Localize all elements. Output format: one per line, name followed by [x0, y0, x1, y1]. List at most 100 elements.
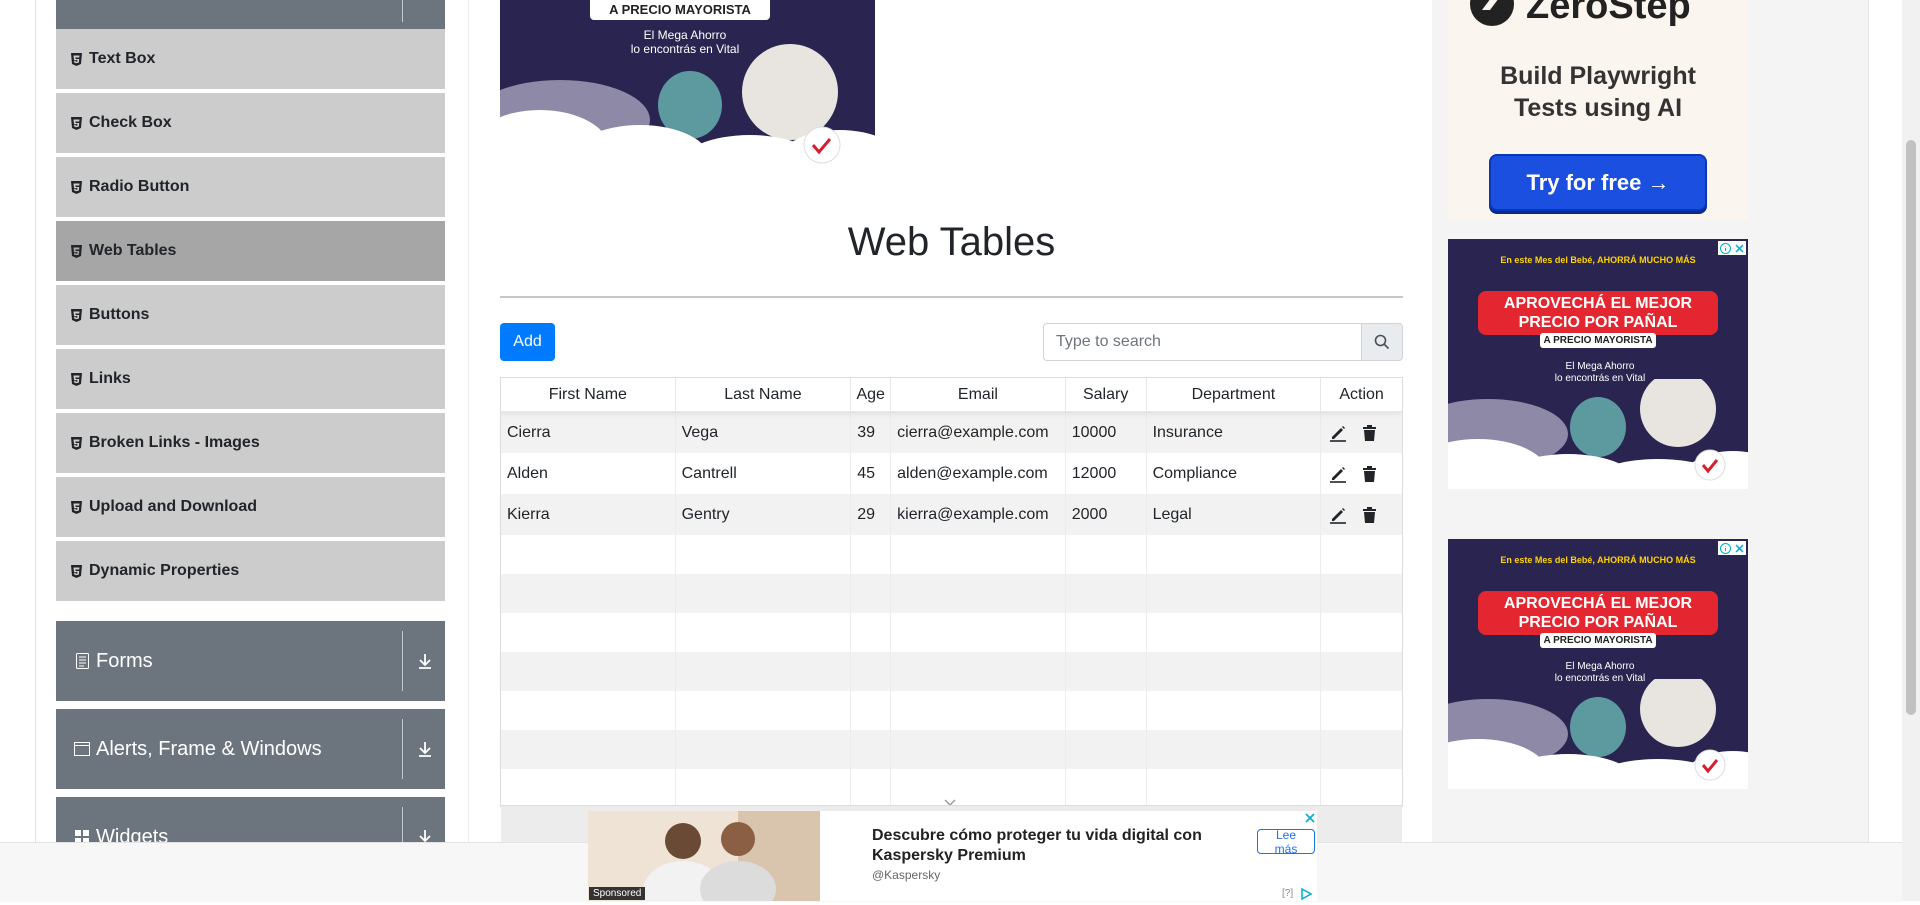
empty-cell	[891, 652, 1066, 691]
sidebar-item-label: Text Box	[89, 50, 156, 67]
empty-cell	[1147, 613, 1322, 652]
empty-cell	[676, 730, 852, 769]
sidebar-item-label: Links	[89, 370, 131, 387]
title-divider	[500, 296, 1403, 298]
cell-first-name: Cierra	[501, 412, 676, 453]
empty-cell	[501, 730, 676, 769]
ad-close-control[interactable]	[1718, 541, 1746, 555]
page-title: Web Tables	[847, 220, 1056, 264]
scrollbar-thumb[interactable]	[1906, 140, 1916, 715]
kaspersky-sponsored-ad[interactable]: Sponsored Descubre cómo proteger tu vida…	[588, 811, 1317, 901]
info-icon[interactable]	[1720, 542, 1731, 554]
download-arrow-icon[interactable]	[413, 737, 437, 761]
window-icon	[74, 740, 90, 758]
ad-info-link[interactable]: [?]	[1282, 888, 1293, 899]
empty-cell	[1066, 691, 1147, 730]
column-header-email[interactable]: Email	[891, 378, 1066, 411]
empty-cell	[1066, 652, 1147, 691]
sidebar-item-buttons[interactable]: Buttons	[56, 285, 445, 347]
sidebar-group-alerts[interactable]: Alerts, Frame & Windows	[56, 709, 445, 789]
read-more-button[interactable]: Lee más	[1257, 828, 1315, 856]
sidebar-item-links[interactable]: Links	[56, 349, 445, 411]
empty-cell	[851, 691, 892, 730]
cell-email: kierra@example.com	[891, 494, 1066, 535]
download-arrow-icon[interactable]	[413, 649, 437, 673]
try-for-free-button[interactable]: Try for free →	[1489, 154, 1707, 211]
ad-headline: APROVECHÁ EL MEJOR	[1503, 595, 1693, 612]
sidebar-item-dynamic-properties[interactable]: Dynamic Properties	[56, 541, 445, 603]
edit-pencil-icon[interactable]	[1329, 424, 1347, 442]
search-button[interactable]	[1361, 323, 1403, 361]
empty-cell	[851, 730, 892, 769]
html5-icon	[70, 500, 82, 514]
empty-cell	[501, 535, 676, 574]
zerostep-logo-text: ZeroStep	[1526, 0, 1691, 27]
sidebar-item-upload-download[interactable]: Upload and Download	[56, 477, 445, 539]
sidebar-item-radio-button[interactable]: Radio Button	[56, 157, 445, 219]
empty-cell	[1321, 691, 1402, 730]
html5-icon	[70, 372, 82, 386]
vital-ad[interactable]: En este Mes del Bebé, AHORRÁ MUCHO MÁS A…	[1448, 239, 1748, 489]
ad-headline: PRECIO POR PAÑAL	[1518, 614, 1678, 631]
sidebar-item-check-box[interactable]: Check Box	[56, 93, 445, 155]
sidebar-item-label: Buttons	[89, 306, 150, 323]
empty-cell	[891, 613, 1066, 652]
sidebar-item-text-box[interactable]: Text Box	[56, 29, 445, 91]
empty-cell	[1321, 652, 1402, 691]
top-banner-ad[interactable]: A PRECIO MAYORISTA El Mega Ahorro lo enc…	[500, 0, 875, 168]
search-input[interactable]	[1043, 323, 1361, 361]
zerostep-ad[interactable]: ZeroStep Build Playwright Tests using AI…	[1448, 0, 1748, 220]
vital-ad[interactable]: En este Mes del Bebé, AHORRÁ MUCHO MÁS A…	[1448, 539, 1748, 789]
cell-action	[1321, 494, 1402, 535]
sidebar-item-broken-links[interactable]: Broken Links - Images	[56, 413, 445, 475]
sidebar-item-web-tables[interactable]: Web Tables	[56, 221, 445, 283]
column-header-first-name[interactable]: First Name	[501, 378, 676, 411]
empty-cell	[891, 730, 1066, 769]
chevron-down-icon	[942, 795, 958, 806]
empty-table-row	[501, 574, 1402, 613]
column-header-last-name[interactable]: Last Name	[676, 378, 852, 411]
sidebar-group-elements-header[interactable]	[56, 0, 445, 29]
search-box	[1043, 323, 1403, 361]
delete-trash-icon[interactable]	[1362, 465, 1377, 483]
edit-pencil-icon[interactable]	[1329, 506, 1347, 524]
column-header-department[interactable]: Department	[1147, 378, 1322, 411]
empty-cell	[1066, 730, 1147, 769]
close-icon[interactable]	[1735, 543, 1744, 553]
delete-trash-icon[interactable]	[1362, 506, 1377, 524]
column-header-age[interactable]: Age	[851, 378, 892, 411]
add-button[interactable]: Add	[500, 323, 555, 361]
empty-cell	[1066, 613, 1147, 652]
column-header-action: Action	[1339, 386, 1384, 403]
table-row: Alden Cantrell 45 alden@example.com 1200…	[501, 453, 1402, 494]
close-icon[interactable]	[1735, 243, 1744, 253]
empty-cell	[851, 613, 892, 652]
sidebar-item-label: Radio Button	[89, 178, 190, 195]
ad-close-control[interactable]	[1718, 241, 1746, 255]
html5-icon	[70, 52, 82, 66]
close-icon[interactable]	[1303, 811, 1317, 825]
sidebar-group-label: Forms	[96, 649, 153, 672]
clouds-graphic	[1448, 679, 1748, 789]
ad-title[interactable]: Descubre cómo proteger tu vida digital c…	[872, 826, 1222, 866]
delete-trash-icon[interactable]	[1362, 424, 1377, 442]
page-left-border	[35, 0, 36, 901]
cell-salary: 2000	[1066, 494, 1147, 535]
empty-cell	[1066, 574, 1147, 613]
edit-pencil-icon[interactable]	[1329, 465, 1347, 483]
adchoices-icon[interactable]	[1300, 887, 1314, 901]
sidebar-item-label: Upload and Download	[89, 498, 257, 515]
cell-last-name: Vega	[676, 412, 852, 453]
empty-cell	[501, 613, 676, 652]
info-icon[interactable]	[1720, 242, 1731, 254]
ad-headline: Build Playwright	[1500, 62, 1696, 90]
empty-cell	[1321, 730, 1402, 769]
sidebar-item-label: Broken Links - Images	[89, 434, 260, 451]
empty-table-row	[501, 730, 1402, 769]
column-header-salary[interactable]: Salary	[1066, 378, 1147, 411]
ad-text: En este Mes del Bebé, AHORRÁ MUCHO MÁS	[1500, 555, 1696, 565]
column-divider	[468, 0, 469, 901]
sidebar-group-forms[interactable]: Forms	[56, 621, 445, 701]
empty-cell	[851, 769, 892, 806]
web-table: First Name Last Name Age Email Salary De…	[500, 377, 1403, 807]
